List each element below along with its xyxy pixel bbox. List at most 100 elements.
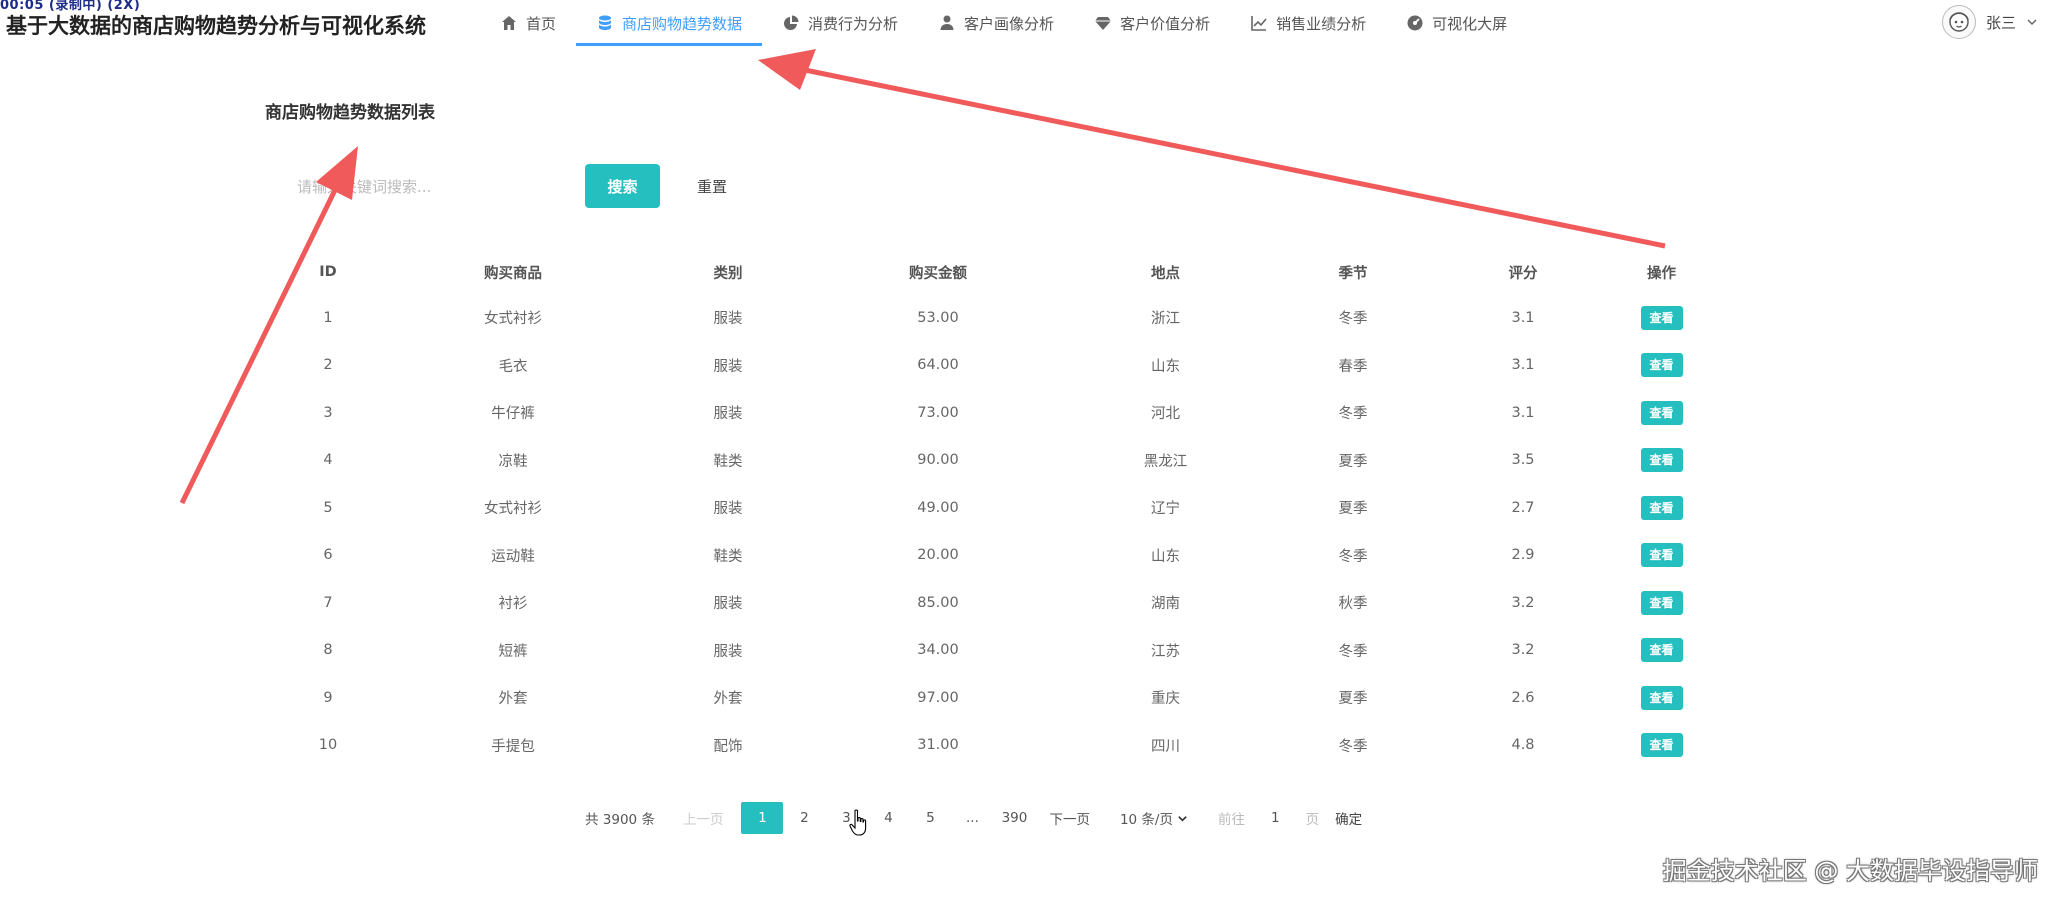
view-button[interactable]: 查看 xyxy=(1640,305,1683,330)
hand-cursor-icon xyxy=(849,809,869,837)
column-header-actions: 操作 xyxy=(1647,265,1676,282)
cell-score: 3.2 xyxy=(1511,642,1535,659)
pagination-ellipsis[interactable]: ... xyxy=(951,802,993,834)
view-button[interactable]: 查看 xyxy=(1640,733,1683,758)
goto-page-input[interactable]: 1 xyxy=(1271,810,1280,826)
view-button[interactable]: 查看 xyxy=(1640,448,1683,473)
cell-id: 6 xyxy=(323,547,333,564)
cell-product: 女式衬衫 xyxy=(484,311,542,328)
cell-category: 服装 xyxy=(713,501,743,518)
table-row: 7 衬衫 服装 85.00 湖南 秋季 3.2 查看 xyxy=(258,579,1700,627)
cell-season: 冬季 xyxy=(1338,406,1368,423)
main-nav: 首页 商店购物趋势数据 消费行为分析 客户画像分析 客户价值分析 销售业绩分析 … xyxy=(480,0,1527,48)
cell-category: 鞋类 xyxy=(713,548,743,565)
column-header-id: ID xyxy=(319,264,337,280)
cell-category: 服装 xyxy=(713,643,743,660)
user-menu[interactable]: 张三 xyxy=(1941,5,2038,39)
cell-amount: 31.00 xyxy=(917,737,959,754)
user-icon xyxy=(938,14,956,32)
pagination-page[interactable]: 4 xyxy=(867,802,909,834)
view-button[interactable]: 查看 xyxy=(1640,590,1683,615)
cell-actions: 查看 xyxy=(1623,342,1700,390)
table-row: 3 牛仔裤 服装 73.00 河北 冬季 3.1 查看 xyxy=(258,389,1700,437)
user-name: 张三 xyxy=(1985,13,2016,32)
cell-location: 重庆 xyxy=(1151,691,1180,708)
goto-label: 前往 xyxy=(1217,812,1245,828)
nav-label-consumer-behavior: 消费行为分析 xyxy=(808,14,899,33)
view-button[interactable]: 查看 xyxy=(1640,685,1683,710)
avatar-icon xyxy=(1941,5,1976,39)
nav-label-visual-dashboard: 可视化大屏 xyxy=(1432,14,1508,33)
cell-amount: 64.00 xyxy=(917,357,959,374)
nav-item-home[interactable]: 首页 xyxy=(480,0,576,46)
table-row: 1 女式衬衫 服装 53.00 浙江 冬季 3.1 查看 xyxy=(258,294,1700,342)
cell-category: 外套 xyxy=(713,691,743,708)
view-button[interactable]: 查看 xyxy=(1640,495,1683,520)
cell-id: 9 xyxy=(323,689,333,706)
cell-score: 2.7 xyxy=(1511,499,1535,516)
cell-actions: 查看 xyxy=(1623,579,1700,627)
column-header-season: 季节 xyxy=(1338,265,1368,282)
cell-score: 2.6 xyxy=(1511,689,1535,706)
goto-confirm-button[interactable]: 确定 xyxy=(1335,808,1362,828)
cell-score: 3.1 xyxy=(1511,309,1535,326)
cell-product: 女式衬衫 xyxy=(484,501,542,518)
table-row: 2 毛衣 服装 64.00 山东 春季 3.1 查看 xyxy=(258,342,1700,390)
view-button[interactable]: 查看 xyxy=(1640,638,1683,663)
cell-amount: 49.00 xyxy=(917,499,959,516)
cell-product: 衬衫 xyxy=(498,596,528,613)
chevron-down-icon xyxy=(2026,16,2038,28)
nav-item-consumer-behavior[interactable]: 消费行为分析 xyxy=(762,0,918,46)
search-input[interactable] xyxy=(287,167,567,207)
cell-actions: 查看 xyxy=(1623,674,1700,722)
pagination-next-button[interactable]: 下一页 xyxy=(1049,808,1090,828)
reset-button[interactable]: 重置 xyxy=(672,164,752,208)
view-button[interactable]: 查看 xyxy=(1640,543,1683,568)
nav-item-customer-value[interactable]: 客户价值分析 xyxy=(1074,0,1230,46)
pagination: 共 3900 条 上一页 1 2 3 4 5 ... 390 下一页 10 条/… xyxy=(585,800,1362,836)
line-chart-icon xyxy=(1250,14,1268,32)
nav-label-home: 首页 xyxy=(526,14,557,33)
pagination-page[interactable]: 2 xyxy=(783,802,825,834)
cell-season: 秋季 xyxy=(1338,596,1368,613)
cell-id: 3 xyxy=(323,404,333,421)
top-bar: 00:05 (录制中) (2X) 基于大数据的商店购物趋势分析与可视化系统 首页… xyxy=(0,0,2058,48)
cell-category: 配饰 xyxy=(713,738,743,755)
page-size-select[interactable]: 10 条/页 xyxy=(1120,808,1188,828)
cell-season: 冬季 xyxy=(1338,643,1368,660)
nav-item-sales-performance[interactable]: 销售业绩分析 xyxy=(1230,0,1386,46)
cell-amount: 73.00 xyxy=(917,404,959,421)
pagination-prev-button[interactable]: 上一页 xyxy=(683,808,724,828)
cell-id: 5 xyxy=(323,499,333,516)
search-button[interactable]: 搜索 xyxy=(585,164,660,208)
nav-item-shopping-trend-data[interactable]: 商店购物趋势数据 xyxy=(576,0,763,46)
cell-id: 10 xyxy=(318,737,338,754)
nav-item-visual-dashboard[interactable]: 可视化大屏 xyxy=(1386,0,1527,46)
pagination-page-last[interactable]: 390 xyxy=(993,802,1035,834)
nav-item-customer-profile[interactable]: 客户画像分析 xyxy=(918,0,1074,46)
cell-product: 外套 xyxy=(498,691,528,708)
cell-product: 短裤 xyxy=(498,643,528,660)
table-row: 5 女式衬衫 服装 49.00 辽宁 夏季 2.7 查看 xyxy=(258,484,1700,532)
table-row: 8 短裤 服装 34.00 江苏 冬季 3.2 查看 xyxy=(258,627,1700,675)
cell-actions: 查看 xyxy=(1623,722,1700,770)
cell-season: 冬季 xyxy=(1338,738,1368,755)
view-button[interactable]: 查看 xyxy=(1640,353,1683,378)
nav-label-shopping-trend-data: 商店购物趋势数据 xyxy=(622,14,743,33)
cell-season: 冬季 xyxy=(1338,311,1368,328)
cell-actions: 查看 xyxy=(1623,484,1700,532)
pagination-page[interactable]: 5 xyxy=(909,802,951,834)
cell-location: 辽宁 xyxy=(1151,501,1180,518)
column-header-score: 评分 xyxy=(1508,265,1538,282)
table-header-row: ID 购买商品 类别 购买金额 地点 季节 评分 操作 xyxy=(258,250,1700,294)
cell-location: 河北 xyxy=(1151,406,1180,423)
cell-actions: 查看 xyxy=(1623,437,1700,485)
cell-product: 毛衣 xyxy=(498,358,528,375)
cell-id: 1 xyxy=(323,309,333,326)
cell-product: 手提包 xyxy=(491,738,535,755)
view-button[interactable]: 查看 xyxy=(1640,400,1683,425)
goto-unit: 页 xyxy=(1305,812,1320,828)
pagination-page[interactable]: 1 xyxy=(741,802,784,834)
column-header-product: 购买商品 xyxy=(484,265,542,282)
table-row: 10 手提包 配饰 31.00 四川 冬季 4.8 查看 xyxy=(258,722,1700,770)
